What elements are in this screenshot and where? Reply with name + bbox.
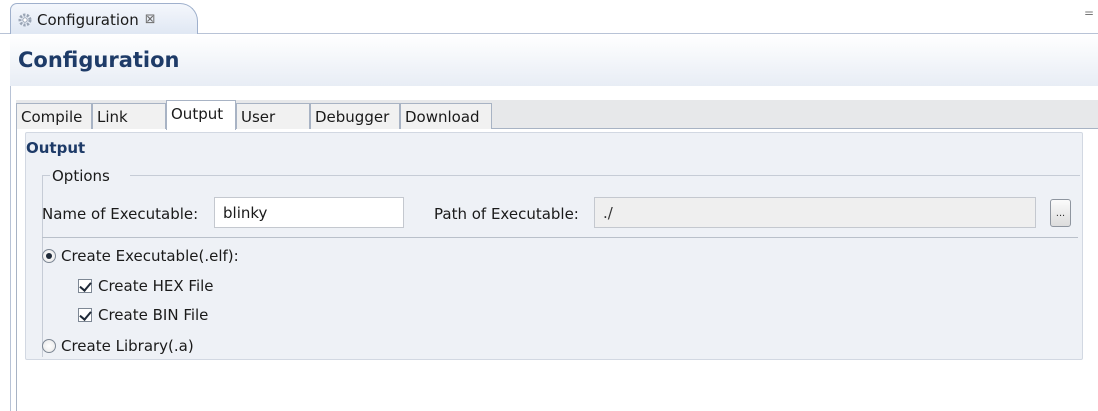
create-executable-label: Create Executable(.elf): <box>61 247 239 265</box>
create-library-radio[interactable]: Create Library(.a) <box>42 337 194 355</box>
separator <box>42 237 1078 238</box>
create-bin-label: Create BIN File <box>98 306 209 324</box>
options-group-label: Options <box>52 167 110 185</box>
create-hex-label: Create HEX File <box>98 277 214 295</box>
tab-compile-label: Compile <box>21 107 83 126</box>
output-section: Output Options Name of Executable: Path … <box>25 132 1083 360</box>
form-tab-strip: Compile Link Output User Debugger Downlo… <box>16 100 1098 130</box>
form-header: Configuration <box>10 34 1098 86</box>
section-title: Output <box>26 139 86 157</box>
create-executable-radio[interactable]: Create Executable(.elf): <box>42 247 239 265</box>
create-bin-checkbox[interactable]: Create BIN File <box>78 306 208 324</box>
executable-name-input[interactable] <box>214 197 404 228</box>
executable-name-label: Name of Executable: <box>42 205 199 223</box>
editor-border <box>10 34 11 411</box>
tab-debugger-label: Debugger <box>315 107 390 126</box>
tab-download[interactable]: Download <box>400 103 492 129</box>
tab-output-label: Output <box>171 105 224 123</box>
tab-download-label: Download <box>405 107 480 126</box>
editor-tab-label: Configuration <box>37 10 139 29</box>
group-border <box>130 175 1080 176</box>
tab-link-label: Link <box>97 107 128 126</box>
tab-user[interactable]: User <box>236 103 310 129</box>
create-library-label: Create Library(.a) <box>61 337 194 355</box>
executable-path-label: Path of Executable: <box>434 205 579 223</box>
minimize-icon[interactable]: = <box>1084 6 1094 20</box>
group-border <box>42 175 43 357</box>
tab-debugger[interactable]: Debugger <box>310 103 400 129</box>
browse-path-button[interactable]: ... <box>1050 199 1071 227</box>
page-title: Configuration <box>18 48 180 72</box>
close-icon[interactable]: ⊠ <box>145 12 156 27</box>
executable-path-input[interactable] <box>594 197 1036 228</box>
tab-compile[interactable]: Compile <box>16 103 92 129</box>
tab-link[interactable]: Link <box>92 103 166 129</box>
editor-tab-bar: Configuration ⊠ = <box>0 0 1098 35</box>
group-border <box>42 175 50 176</box>
create-hex-checkbox[interactable]: Create HEX File <box>78 277 214 295</box>
output-page: Output Options Name of Executable: Path … <box>16 129 1098 411</box>
checkbox-checked-icon <box>78 279 92 293</box>
tab-user-label: User <box>241 107 276 126</box>
gear-icon <box>17 12 33 28</box>
radio-selected-icon <box>42 249 56 263</box>
checkbox-checked-icon <box>78 308 92 322</box>
editor-tab-configuration[interactable]: Configuration ⊠ <box>10 3 198 35</box>
radio-unselected-icon <box>42 339 56 353</box>
tab-output[interactable]: Output <box>166 100 236 130</box>
